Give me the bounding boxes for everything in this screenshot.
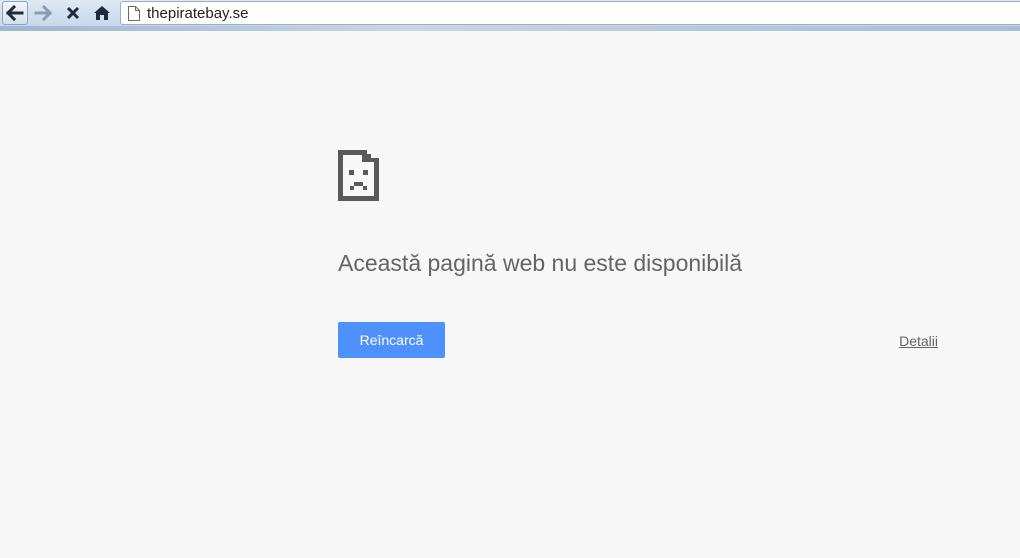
error-title: Această pagină web nu este disponibilă (338, 250, 743, 276)
forward-arrow-icon (34, 5, 52, 21)
stop-button[interactable] (60, 1, 86, 25)
address-bar[interactable]: thepiratebay.se (120, 1, 1020, 25)
forward-button[interactable] (30, 1, 56, 25)
stop-x-icon (66, 6, 80, 20)
toolbar-border (0, 26, 1020, 31)
page-icon (128, 6, 140, 21)
sad-page-icon (338, 150, 379, 201)
back-button[interactable] (2, 1, 28, 25)
reload-button[interactable]: Reîncarcă (338, 322, 445, 358)
url-text[interactable]: thepiratebay.se (147, 5, 248, 22)
details-link[interactable]: Detalii (899, 333, 938, 349)
home-button[interactable] (89, 1, 115, 25)
home-icon (94, 6, 110, 20)
browser-toolbar: thepiratebay.se (0, 0, 1020, 26)
back-arrow-icon (6, 5, 24, 21)
